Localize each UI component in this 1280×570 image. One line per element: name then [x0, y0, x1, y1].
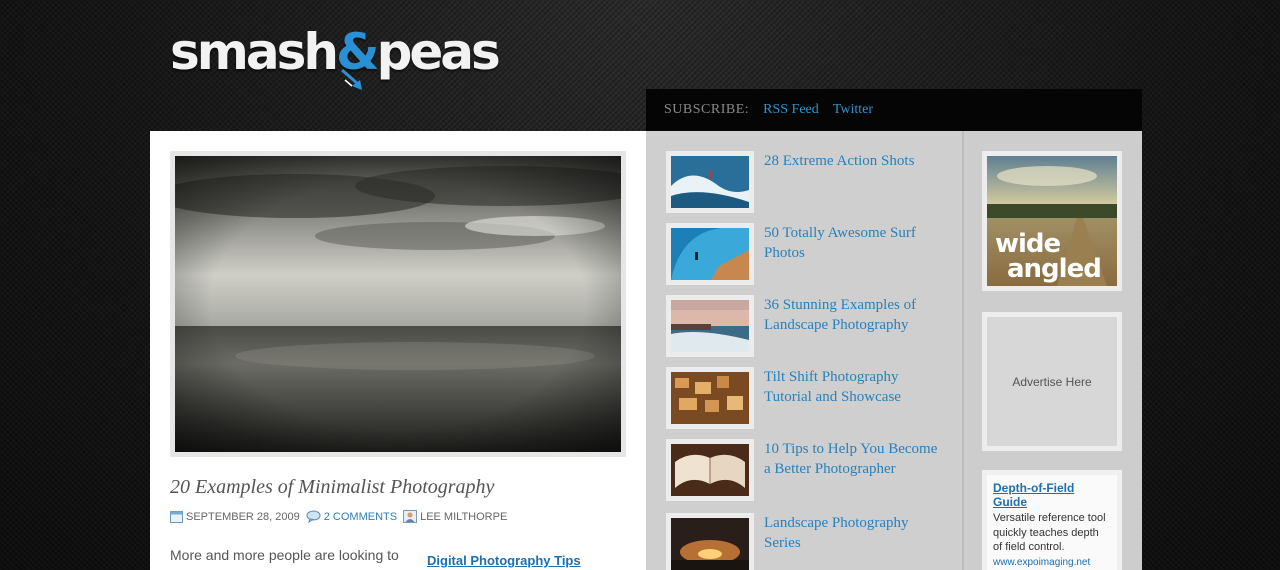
surfer-wave-image	[671, 156, 749, 208]
coast-image	[671, 300, 749, 352]
related-post-title[interactable]: Tilt Shift Photography Tutorial and Show…	[764, 367, 944, 407]
text-ad-title[interactable]: Depth-of-Field Guide	[993, 481, 1111, 509]
related-thumbnail[interactable]	[666, 513, 754, 570]
featured-image[interactable]	[170, 151, 626, 457]
digital-photography-tips-link[interactable]: Digital Photography Tips	[427, 553, 581, 568]
advertise-here-label[interactable]: Advertise Here	[987, 317, 1117, 446]
related-thumbnail[interactable]	[666, 367, 754, 429]
post-date: SEPTEMBER 28, 2009	[170, 510, 300, 523]
post-comments[interactable]: 2 COMMENTS	[306, 510, 397, 523]
related-post-item[interactable]: Landscape Photography Series	[666, 513, 956, 570]
wide-angled-ad[interactable]: wide angled	[982, 151, 1122, 291]
related-thumbnail[interactable]	[666, 439, 754, 501]
open-book-image	[671, 444, 749, 496]
twitter-link[interactable]: Twitter	[833, 102, 873, 118]
post-author-text: LEE MILTHORPE	[420, 510, 508, 523]
advertise-here-slot[interactable]: Advertise Here	[982, 312, 1122, 451]
logo-arrow-icon	[341, 68, 362, 90]
related-post-item[interactable]: 36 Stunning Examples of Landscape Photog…	[666, 295, 956, 357]
tilt-shift-image	[671, 372, 749, 424]
related-thumbnail[interactable]	[666, 151, 754, 213]
sunset-image	[671, 518, 749, 570]
related-thumbnail[interactable]	[666, 223, 754, 285]
text-ad-url[interactable]: www.expoimaging.net	[993, 557, 1111, 568]
post-comments-link[interactable]: 2 COMMENTS	[324, 511, 397, 523]
subscribe-label: SUBSCRIBE:	[664, 102, 750, 117]
main-content: 20 Examples of Minimalist Photography SE…	[150, 131, 646, 570]
related-post-item[interactable]: 28 Extreme Action Shots	[666, 151, 956, 213]
minimalist-seascape-image	[175, 156, 621, 452]
text-ad[interactable]: Depth-of-Field Guide Versatile reference…	[982, 470, 1122, 570]
text-ad-body: Versatile reference tool quickly teaches…	[993, 512, 1106, 553]
post-title[interactable]: 20 Examples of Minimalist Photography	[170, 476, 494, 499]
calendar-icon	[170, 511, 183, 523]
related-post-title[interactable]: 10 Tips to Help You Become a Better Phot…	[764, 439, 944, 479]
subscribe-bar: SUBSCRIBE: RSS Feed Twitter	[646, 89, 1142, 131]
ads-sidebar: wide angled Advertise Here Depth-of-Fiel…	[964, 131, 1142, 570]
related-post-title[interactable]: 36 Stunning Examples of Landscape Photog…	[764, 295, 944, 335]
related-posts: 28 Extreme Action Shots 50 Totally Aweso…	[646, 131, 962, 570]
related-post-item[interactable]: 10 Tips to Help You Become a Better Phot…	[666, 439, 956, 501]
related-post-title[interactable]: 28 Extreme Action Shots	[764, 151, 944, 171]
site-logo[interactable]: smash&peas	[170, 22, 501, 82]
post-author: LEE MILTHORPE	[403, 510, 507, 523]
related-thumbnail[interactable]	[666, 295, 754, 357]
post-meta: SEPTEMBER 28, 2009 2 COMMENTS LEE MILTHO…	[170, 510, 513, 523]
related-post-item[interactable]: 50 Totally Awesome Surf Photos	[666, 223, 956, 285]
rss-feed-link[interactable]: RSS Feed	[763, 102, 819, 118]
logo-text-left: smash	[170, 23, 339, 81]
comment-bubble-icon	[306, 510, 321, 523]
related-post-item[interactable]: Tilt Shift Photography Tutorial and Show…	[666, 367, 956, 429]
wide-angled-text-line2: angled	[1007, 254, 1101, 284]
related-post-title[interactable]: 50 Totally Awesome Surf Photos	[764, 223, 944, 263]
author-icon	[403, 510, 418, 523]
post-excerpt: More and more people are looking to	[170, 547, 399, 563]
logo-text-right: peas	[376, 23, 501, 81]
related-post-title[interactable]: Landscape Photography Series	[764, 513, 944, 553]
wide-angled-banner-image: wide angled	[987, 156, 1117, 286]
surfer-blue-image	[671, 228, 749, 280]
post-date-text: SEPTEMBER 28, 2009	[186, 510, 300, 523]
